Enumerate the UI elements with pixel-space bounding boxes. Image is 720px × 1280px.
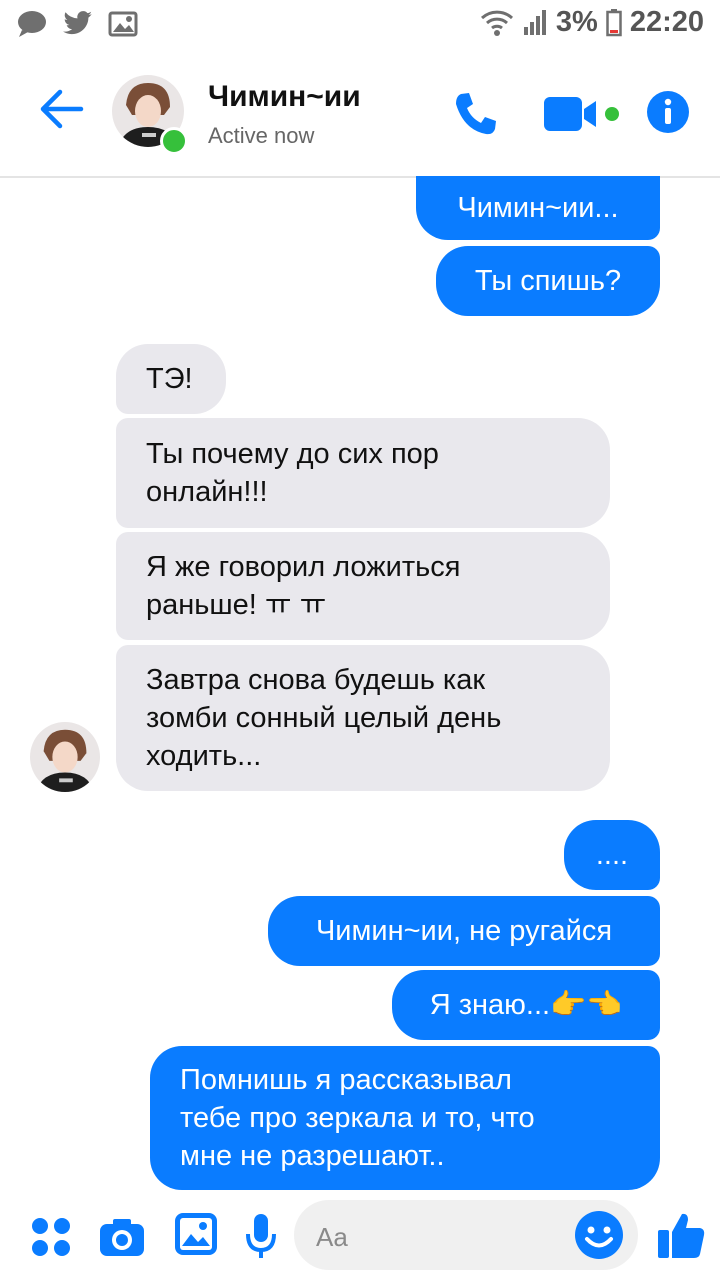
- message-sent[interactable]: Чимин~ии...: [416, 176, 660, 240]
- message-line: онлайн!!!: [146, 476, 268, 508]
- message-line: Завтра снова будешь как: [146, 664, 486, 696]
- phone-icon[interactable]: [452, 90, 500, 138]
- chat-bubble-icon: [18, 11, 46, 37]
- battery-icon: [606, 8, 622, 36]
- message-line: зомби сонный целый день: [146, 702, 502, 734]
- message-line: Ты почему до сих пор: [146, 438, 439, 470]
- message-line: Помнишь я рассказывал: [180, 1064, 512, 1096]
- conversation-header: Чимин~ии Active now: [0, 50, 720, 178]
- message-sent[interactable]: Помнишь я рассказывал тебе про зеркала и…: [150, 1046, 660, 1190]
- message-input-placeholder: Aa: [316, 1222, 348, 1252]
- clock: 22:20: [629, 6, 704, 38]
- back-arrow-icon[interactable]: [38, 88, 84, 130]
- twitter-icon: [63, 11, 92, 35]
- message-line: ходить...: [146, 740, 262, 772]
- contact-avatar-small[interactable]: [30, 722, 100, 792]
- camera-icon[interactable]: [98, 1216, 146, 1258]
- message-received[interactable]: Я же говорил ложиться раньше! ㅠ ㅠ: [116, 532, 610, 640]
- image-icon: [108, 11, 138, 37]
- contact-status: Active now: [208, 123, 315, 148]
- status-bar: 3% 22:20: [0, 0, 720, 50]
- message-input[interactable]: Aa: [294, 1200, 638, 1270]
- microphone-icon[interactable]: [244, 1212, 278, 1260]
- message-composer: Aa: [0, 1196, 720, 1280]
- apps-icon[interactable]: [30, 1216, 72, 1258]
- message-line: мне не разрешают..: [180, 1140, 445, 1172]
- message-sent[interactable]: Чимин~ии, не ругайся: [268, 896, 660, 966]
- signal-icon: [523, 9, 546, 35]
- message-sent[interactable]: Я знаю...👉👈: [392, 970, 660, 1040]
- message-line: раньше! ㅠ ㅠ: [146, 589, 327, 621]
- message-sent[interactable]: Ты спишь?: [436, 246, 660, 316]
- emoji-icon[interactable]: [574, 1210, 624, 1260]
- gallery-icon[interactable]: [174, 1212, 218, 1256]
- battery-percent: 3%: [555, 6, 598, 38]
- wifi-icon: [480, 10, 513, 36]
- video-icon[interactable]: [544, 95, 624, 133]
- message-sent[interactable]: ....: [564, 820, 660, 890]
- message-line: тебе про зеркала и то, что: [180, 1102, 535, 1134]
- message-received[interactable]: Завтра снова будешь как зомби сонный цел…: [116, 645, 610, 791]
- thumbs-up-icon[interactable]: [656, 1210, 706, 1260]
- message-received[interactable]: Ты почему до сих пор онлайн!!!: [116, 418, 610, 528]
- info-icon[interactable]: [646, 90, 690, 134]
- contact-name[interactable]: Чимин~ии: [208, 80, 361, 114]
- message-line: Я же говорил ложиться: [146, 551, 461, 583]
- message-received[interactable]: ТЭ!: [116, 344, 226, 414]
- online-indicator: [160, 127, 188, 155]
